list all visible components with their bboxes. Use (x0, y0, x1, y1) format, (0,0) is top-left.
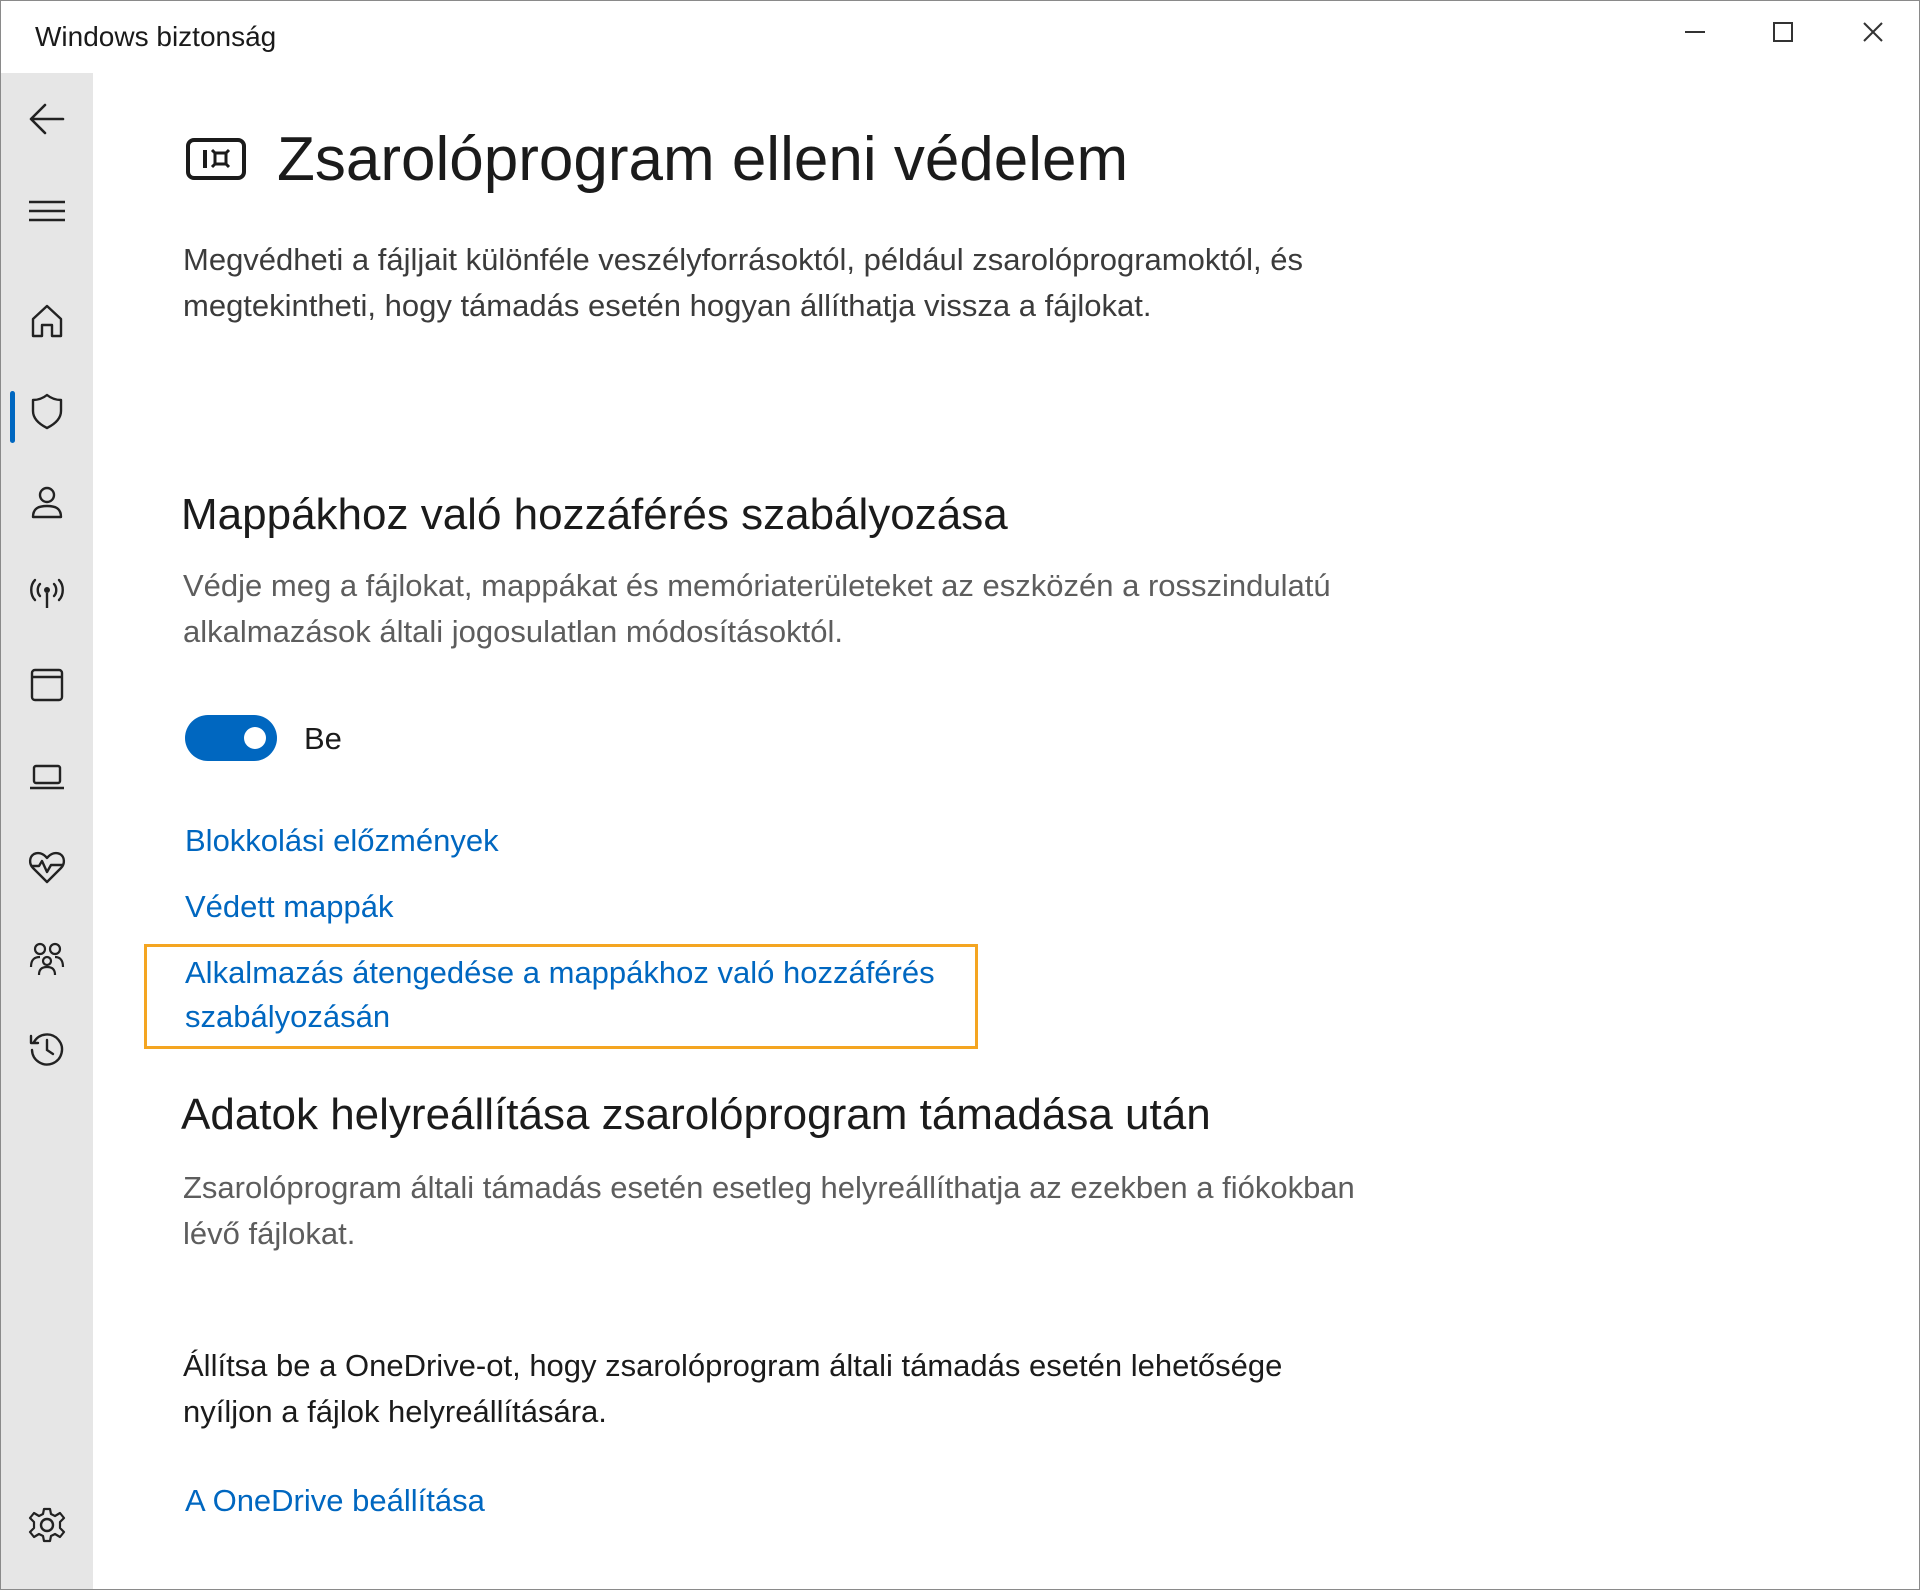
folder-access-title: Mappákhoz való hozzáférés szabályozása (181, 490, 1008, 539)
back-button[interactable] (1, 83, 93, 155)
onedrive-text: Állítsa be a OneDrive-ot, hogy zsarolópr… (183, 1348, 1283, 1429)
page-description: Megvédheti a fájljait különféle veszélyf… (183, 242, 1304, 323)
app-window: Windows biztonság Zsarolóprogram elleni … (0, 0, 1920, 1590)
recovery-description: Zsarolóprogram általi támadás esetén ese… (183, 1170, 1355, 1251)
folder-access-description: Védje meg a fájlokat, mappákat és memóri… (183, 568, 1331, 649)
title-bar: Windows biztonság (1, 1, 1919, 73)
sidebar-item-history[interactable] (1, 1013, 93, 1085)
allow-app-link[interactable]: Alkalmazás átengedése a mappákhoz való h… (185, 951, 985, 1039)
sidebar (1, 73, 93, 1589)
app-window-icon (30, 668, 64, 702)
sidebar-item-settings[interactable] (1, 1489, 93, 1561)
sidebar-item-app-browser[interactable] (1, 649, 93, 721)
heart-pulse-icon (28, 851, 66, 884)
hamburger-menu-icon (29, 200, 65, 222)
sidebar-item-virus-protection[interactable] (1, 375, 93, 447)
close-icon (1863, 22, 1883, 42)
minimize-button[interactable] (1651, 1, 1739, 63)
window-title: Windows biztonság (35, 21, 277, 52)
main-content: Zsarolóprogram elleni védelem Megvédheti… (93, 73, 1919, 1589)
toggle-state-label: Be (304, 721, 342, 756)
laptop-icon (30, 764, 64, 790)
maximize-button[interactable] (1739, 1, 1827, 63)
ransomware-icon (186, 138, 246, 180)
sidebar-item-device-health[interactable] (1, 831, 93, 903)
shield-icon (31, 393, 63, 430)
home-icon (31, 304, 63, 338)
sidebar-item-family[interactable] (1, 923, 93, 995)
onedrive-setup-link[interactable]: A OneDrive beállítása (185, 1479, 485, 1523)
antenna-icon (30, 578, 64, 608)
protected-folders-link[interactable]: Védett mappák (185, 885, 394, 929)
block-history-link[interactable]: Blokkolási előzmények (185, 819, 499, 863)
toggle-knob (244, 727, 266, 749)
minimize-icon (1685, 31, 1705, 33)
back-arrow-icon (29, 103, 65, 135)
recovery-title: Adatok helyreállítása zsarolóprogram tám… (181, 1090, 1211, 1139)
maximize-icon (1773, 22, 1793, 42)
folder-access-toggle[interactable] (185, 715, 277, 761)
active-indicator (10, 391, 15, 443)
sidebar-item-firewall[interactable] (1, 557, 93, 629)
sidebar-item-home[interactable] (1, 285, 93, 357)
family-icon (29, 942, 65, 976)
person-icon (31, 486, 63, 519)
page-title: Zsarolóprogram elleni védelem (277, 125, 1129, 194)
sidebar-item-account[interactable] (1, 467, 93, 539)
sidebar-item-device-security[interactable] (1, 741, 93, 813)
hamburger-menu-button[interactable] (1, 175, 93, 247)
history-icon (29, 1033, 64, 1066)
page-header: Zsarolóprogram elleni védelem (185, 129, 1128, 191)
gear-icon (28, 1507, 66, 1543)
close-button[interactable] (1829, 1, 1917, 63)
